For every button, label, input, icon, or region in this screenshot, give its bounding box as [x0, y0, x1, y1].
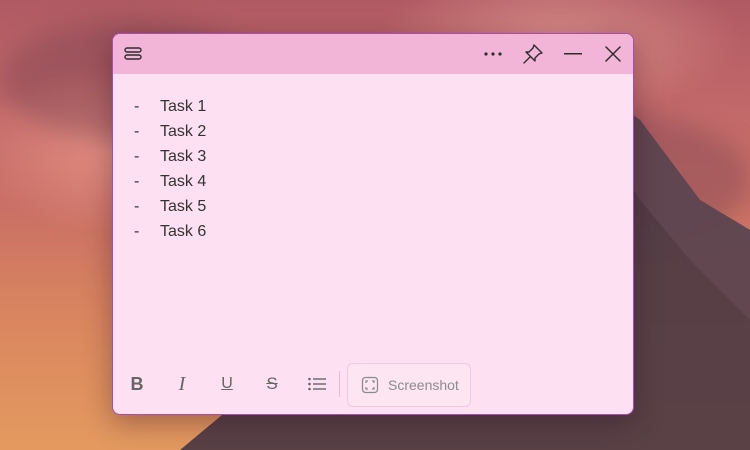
list-item[interactable]: - Task 6: [113, 219, 633, 244]
list-item-text[interactable]: Task 5: [160, 198, 206, 216]
more-icon[interactable]: [473, 34, 513, 74]
title-bar: [113, 34, 633, 74]
screenshot-icon: [360, 375, 380, 395]
pin-icon[interactable]: [513, 34, 553, 74]
screenshot-label: Screenshot: [388, 377, 459, 393]
screenshot-button[interactable]: Screenshot: [347, 363, 471, 407]
list-item-text[interactable]: Task 2: [160, 123, 206, 141]
list-bullet: -: [134, 147, 140, 165]
bold-icon[interactable]: B: [119, 366, 155, 402]
list-item[interactable]: - Task 2: [113, 119, 633, 144]
italic-icon[interactable]: I: [164, 366, 200, 402]
menu-icon[interactable]: [113, 34, 153, 74]
list-item[interactable]: - Task 5: [113, 194, 633, 219]
toolbar-divider: [339, 371, 340, 397]
underline-icon[interactable]: U: [209, 366, 245, 402]
list-item[interactable]: - Task 3: [113, 144, 633, 169]
strikethrough-icon[interactable]: S: [254, 366, 290, 402]
list-item-text[interactable]: Task 3: [160, 148, 206, 166]
list-item[interactable]: - Task 4: [113, 169, 633, 194]
note-content[interactable]: - Task 1 - Task 2 - Task 3 - Task 4 - Ta…: [113, 75, 633, 354]
bullet-list-icon[interactable]: [299, 366, 335, 402]
list-bullet: -: [134, 222, 140, 240]
close-icon[interactable]: [593, 34, 633, 74]
list-bullet: -: [134, 197, 140, 215]
list-bullet: -: [134, 97, 140, 115]
list-item-text[interactable]: Task 1: [160, 98, 206, 116]
sticky-note-window: - Task 1 - Task 2 - Task 3 - Task 4 - Ta…: [112, 33, 634, 415]
list-item-text[interactable]: Task 6: [160, 223, 206, 241]
list-item-text[interactable]: Task 4: [160, 173, 206, 191]
minimize-icon[interactable]: [553, 34, 593, 74]
list-bullet: -: [134, 172, 140, 190]
list-bullet: -: [134, 122, 140, 140]
list-item[interactable]: - Task 1: [113, 94, 633, 119]
